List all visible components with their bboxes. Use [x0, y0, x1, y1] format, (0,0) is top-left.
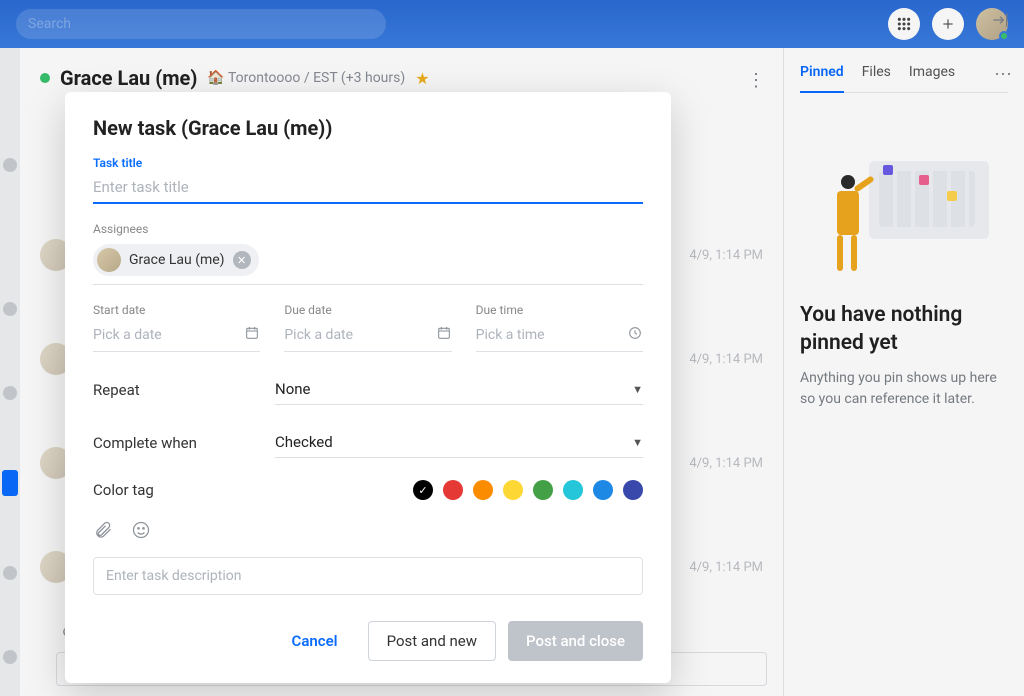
- color-swatch[interactable]: [623, 480, 643, 500]
- calendar-icon: [244, 325, 260, 345]
- start-date-placeholder: Pick a date: [93, 327, 162, 343]
- due-date-placeholder: Pick a date: [284, 327, 353, 343]
- complete-when-label: Complete when: [93, 434, 275, 452]
- color-swatch[interactable]: [503, 480, 523, 500]
- post-and-close-button[interactable]: Post and close: [508, 621, 643, 661]
- remove-assignee-icon[interactable]: ✕: [233, 251, 251, 269]
- chevron-down-icon: ▼: [632, 383, 643, 396]
- calendar-icon: [436, 325, 452, 345]
- repeat-value: None: [275, 380, 311, 398]
- chevron-down-icon: ▼: [632, 436, 643, 449]
- due-time-label: Due time: [476, 303, 643, 317]
- color-swatch[interactable]: [443, 480, 463, 500]
- attach-icon[interactable]: [93, 520, 113, 545]
- color-swatch[interactable]: ✓: [413, 480, 433, 500]
- due-date-input[interactable]: Pick a date: [284, 319, 451, 352]
- color-tag-label: Color tag: [93, 481, 275, 499]
- due-date-label: Due date: [284, 303, 451, 317]
- complete-when-value: Checked: [275, 433, 333, 451]
- due-time-placeholder: Pick a time: [476, 327, 545, 343]
- task-description-input[interactable]: [93, 557, 643, 595]
- assignees-label: Assignees: [93, 222, 643, 236]
- start-date-label: Start date: [93, 303, 260, 317]
- due-time-input[interactable]: Pick a time: [476, 319, 643, 352]
- color-swatch[interactable]: [533, 480, 553, 500]
- complete-when-select[interactable]: Checked ▼: [275, 427, 643, 458]
- cancel-button[interactable]: Cancel: [274, 621, 356, 661]
- modal-title: New task (Grace Lau (me)): [93, 116, 643, 140]
- repeat-select[interactable]: None ▼: [275, 374, 643, 405]
- color-swatch[interactable]: [593, 480, 613, 500]
- task-title-label: Task title: [93, 156, 643, 170]
- repeat-label: Repeat: [93, 381, 275, 399]
- start-date-input[interactable]: Pick a date: [93, 319, 260, 352]
- assignee-name: Grace Lau (me): [129, 252, 225, 268]
- color-swatch[interactable]: [473, 480, 493, 500]
- emoji-icon[interactable]: [131, 520, 151, 545]
- task-title-input[interactable]: [93, 172, 643, 204]
- new-task-modal: New task (Grace Lau (me)) Task title Ass…: [65, 92, 671, 683]
- clock-icon: [627, 325, 643, 345]
- color-swatch[interactable]: [563, 480, 583, 500]
- assignee-chip: Grace Lau (me) ✕: [93, 244, 259, 276]
- color-tag-options: ✓: [413, 480, 643, 500]
- post-and-new-button[interactable]: Post and new: [368, 621, 496, 661]
- avatar: [97, 248, 121, 272]
